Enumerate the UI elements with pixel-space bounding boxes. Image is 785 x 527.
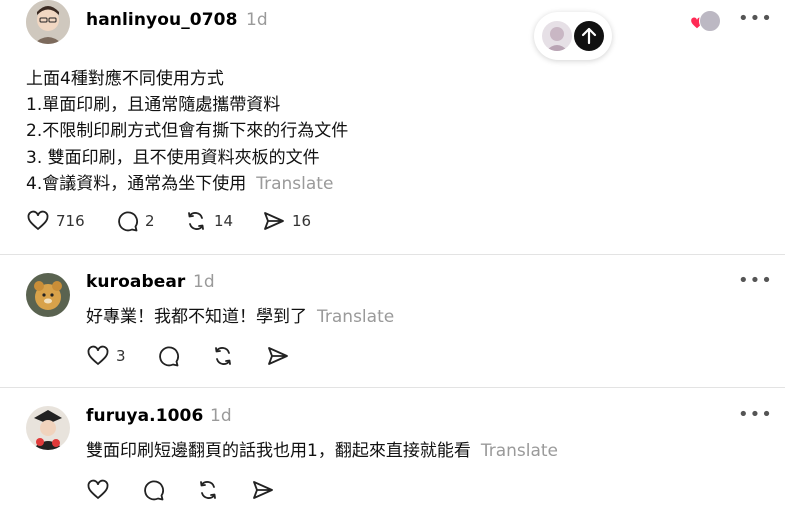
repost-icon: [215, 347, 231, 365]
like-button[interactable]: 716: [26, 209, 85, 233]
avatar[interactable]: [26, 273, 70, 317]
post-text: 雙面印刷短邊翻頁的話我也用1，翻起來直接就能看: [86, 441, 471, 461]
reply-post: furuya.1006 1d ••• 雙面印刷短邊翻頁的話我也用1，翻起來直接就…: [0, 388, 785, 527]
repost-button[interactable]: [211, 344, 235, 368]
reply-post: kuroabear 1d ••• 好專業！我都不知道！學到了 Translate …: [0, 255, 785, 387]
avatar: [699, 10, 721, 32]
share-button[interactable]: [251, 478, 275, 502]
more-options-button[interactable]: •••: [738, 8, 773, 29]
scroll-to-top-pill[interactable]: [534, 12, 612, 60]
comment-icon: [159, 346, 179, 367]
repost-icon: [200, 481, 216, 499]
heart-icon: [87, 345, 109, 366]
timestamp: 1d: [193, 272, 215, 292]
share-button[interactable]: 16: [262, 209, 311, 233]
share-count: 16: [292, 212, 312, 230]
like-count: 3: [116, 347, 126, 365]
post-text-line: 上面4種對應不同使用方式: [26, 69, 224, 89]
main-post: hanlinyou_0708 1d ••• 上面4種對應不同使用方式 1.單面印…: [0, 0, 785, 255]
translate-link[interactable]: Translate: [481, 441, 558, 461]
avatar[interactable]: [26, 0, 70, 44]
reply-button[interactable]: [156, 344, 180, 368]
username[interactable]: kuroabear: [86, 272, 185, 292]
translate-link[interactable]: Translate: [256, 174, 333, 194]
post-text-line: 4.會議資料，通常為坐下使用 Translate: [26, 169, 333, 194]
repost-count: 14: [214, 212, 234, 230]
comment-icon: [118, 211, 138, 232]
heart-icon: [87, 479, 109, 500]
liked-by-indicator[interactable]: [690, 10, 721, 32]
repost-button[interactable]: [196, 478, 220, 502]
comment-icon: [144, 480, 164, 501]
like-count: 716: [56, 212, 85, 230]
avatar: [542, 21, 572, 51]
timestamp: 1d: [246, 10, 268, 30]
repost-icon: [188, 212, 204, 230]
heart-icon: [27, 210, 49, 231]
post-text-line: 3. 雙面印刷，且不使用資料夾板的文件: [26, 148, 320, 168]
avatar[interactable]: [26, 406, 70, 450]
reply-count: 2: [145, 212, 155, 230]
share-icon: [268, 347, 288, 365]
reply-button[interactable]: [141, 478, 165, 502]
username[interactable]: hanlinyou_0708: [86, 10, 238, 30]
like-button[interactable]: [86, 478, 110, 502]
share-icon: [253, 481, 273, 499]
translate-link[interactable]: Translate: [317, 307, 394, 327]
arrow-up-icon[interactable]: [574, 21, 604, 51]
more-options-button[interactable]: •••: [738, 270, 773, 291]
reply-button[interactable]: 2: [115, 209, 155, 233]
more-options-button[interactable]: •••: [738, 404, 773, 425]
post-text: 4.會議資料，通常為坐下使用: [26, 174, 247, 194]
repost-button[interactable]: 14: [184, 209, 233, 233]
timestamp: 1d: [210, 406, 232, 426]
post-text: 好專業！我都不知道！學到了: [86, 307, 307, 327]
like-button[interactable]: 3: [86, 344, 126, 368]
post-text-line: 1.單面印刷，且通常隨處攜帶資料: [26, 95, 281, 115]
share-icon: [264, 212, 284, 230]
username[interactable]: furuya.1006: [86, 406, 203, 426]
post-text-line: 2.不限制印刷方式但會有撕下來的行為文件: [26, 121, 349, 141]
share-button[interactable]: [266, 344, 290, 368]
post-text-line: 雙面印刷短邊翻頁的話我也用1，翻起來直接就能看 Translate: [86, 436, 558, 461]
post-text-line: 好專業！我都不知道！學到了 Translate: [86, 302, 394, 327]
